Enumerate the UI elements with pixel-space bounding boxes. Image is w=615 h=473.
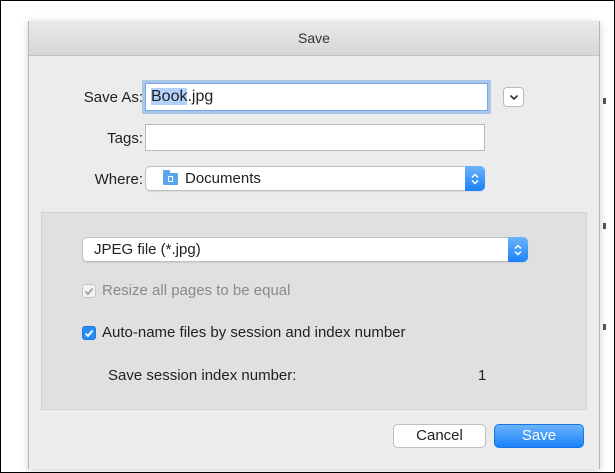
cancel-button[interactable]: Cancel <box>393 424 486 448</box>
save-dialog: Save Save As: Book.jpg Tags: Where: Docu… <box>28 21 600 469</box>
chevron-down-icon <box>509 94 518 100</box>
session-index-value: 1 <box>478 367 487 384</box>
background-text-fragment <box>603 223 606 229</box>
where-popup[interactable]: Documents <box>145 166 485 191</box>
session-index-label: Save session index number: <box>108 367 297 384</box>
save-button[interactable]: Save <box>494 424 584 448</box>
where-label: Where: <box>94 171 143 188</box>
background-text-fragment <box>603 324 606 330</box>
autoname-checkbox[interactable] <box>82 326 96 340</box>
dialog-title: Save <box>29 21 599 56</box>
resize-label: Resize all pages to be equal <box>102 282 291 299</box>
file-format-value: JPEG file (*.jpg) <box>94 241 201 258</box>
tags-label: Tags: <box>107 130 143 147</box>
filename-selection: Book <box>151 88 188 105</box>
popup-arrows-icon <box>508 237 528 262</box>
autoname-label[interactable]: Auto-name files by session and index num… <box>102 324 406 341</box>
filename-field[interactable]: Book.jpg <box>145 83 488 111</box>
save-as-label: Save As: <box>83 89 143 106</box>
background-text-fragment <box>603 98 606 104</box>
folder-icon <box>163 170 178 185</box>
tags-field[interactable] <box>145 124 485 151</box>
checkmark-icon <box>84 287 94 295</box>
resize-checkbox <box>82 284 96 298</box>
expand-dialog-button[interactable] <box>503 87 524 107</box>
popup-arrows-icon <box>465 166 485 191</box>
options-panel: JPEG file (*.jpg) Resize all pages to be… <box>41 212 587 410</box>
checkmark-icon <box>84 329 94 337</box>
filename-extension: .jpg <box>187 88 214 105</box>
file-format-popup[interactable]: JPEG file (*.jpg) <box>82 237 528 262</box>
where-value: Documents <box>185 170 261 187</box>
